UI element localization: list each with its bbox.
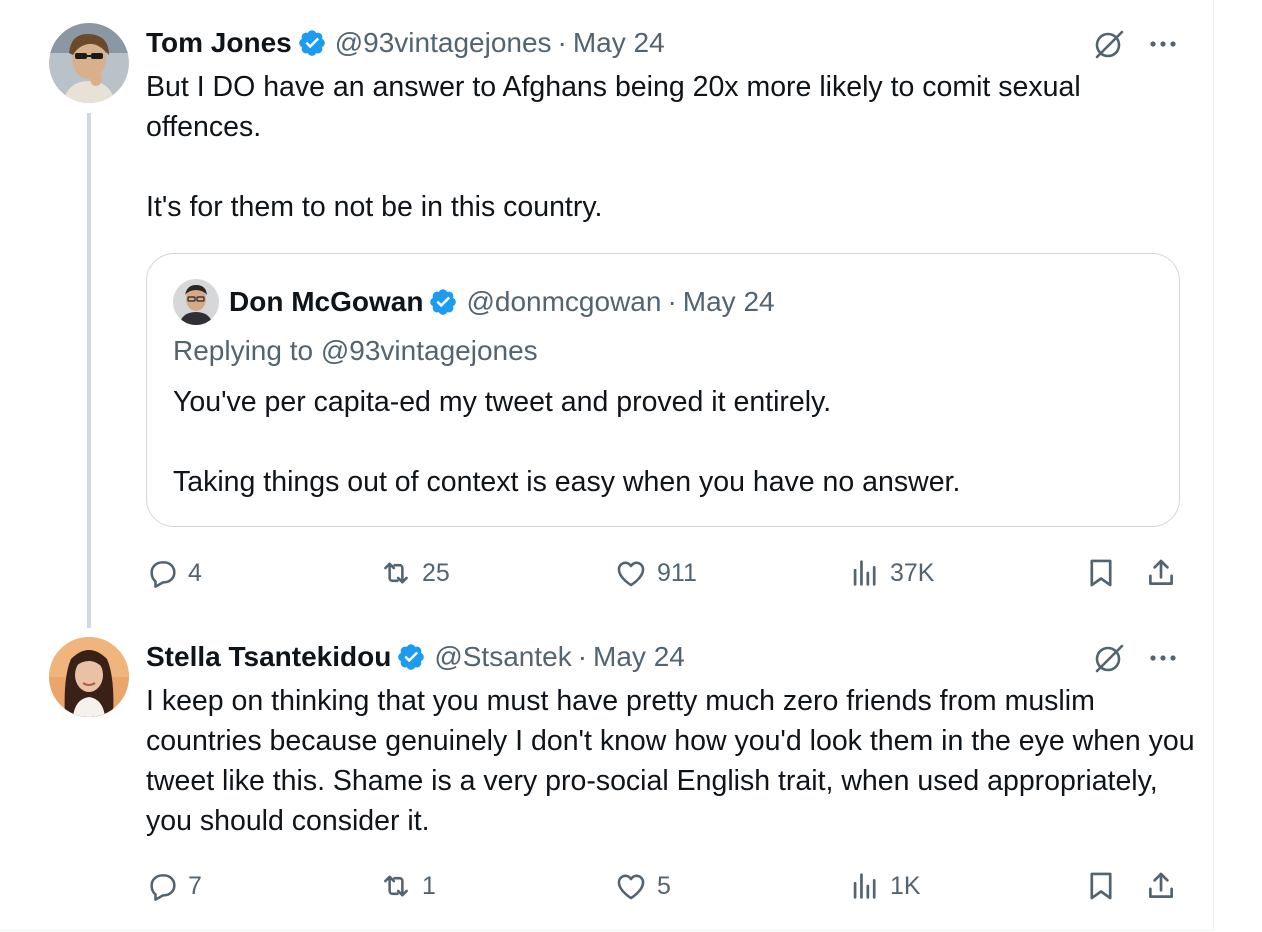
bookmark-icon: [1090, 559, 1112, 587]
thread-connector-line: [87, 113, 91, 628]
heart-icon: [617, 561, 645, 587]
more-options-icon[interactable]: [1148, 27, 1178, 61]
tweet-date[interactable]: May 24: [593, 641, 685, 673]
repost-icon: [384, 562, 408, 584]
tweet-header-actions: [1092, 641, 1178, 675]
author-name[interactable]: Tom Jones: [146, 27, 292, 59]
grok-icon[interactable]: [1092, 27, 1126, 61]
heart-icon: [617, 874, 645, 900]
repost-button[interactable]: 25: [378, 553, 450, 593]
tweet-text: I keep on thinking that you must have pr…: [146, 681, 1196, 841]
grok-icon[interactable]: [1092, 641, 1126, 675]
user-avatar-icon: [49, 637, 129, 717]
quoted-tweet-text: You've per capita-ed my tweet and proved…: [173, 382, 960, 502]
tweet-action-bar: 4 25 911 37K: [146, 553, 1186, 593]
share-button[interactable]: [1144, 866, 1178, 906]
verified-badge-icon: [298, 30, 325, 56]
reply-icon: [150, 561, 176, 588]
verified-badge-icon: [430, 289, 457, 315]
share-icon: [1149, 872, 1173, 898]
view-count: 37K: [890, 558, 935, 587]
analytics-icon: [853, 873, 876, 899]
author-handle[interactable]: @93vintagejones: [335, 27, 552, 59]
quoted-tweet-paragraph: Taking things out of context is easy whe…: [173, 466, 961, 498]
share-icon: [1149, 559, 1173, 585]
like-count: 5: [657, 871, 671, 900]
view-count: 1K: [890, 871, 921, 900]
avatar-tom-jones[interactable]: [49, 23, 129, 103]
repost-button[interactable]: 1: [378, 866, 436, 906]
share-button[interactable]: [1144, 553, 1178, 593]
reply-button[interactable]: 4: [146, 553, 202, 593]
verified-badge-icon: [398, 644, 425, 670]
views-button[interactable]: 1K: [848, 866, 921, 906]
like-button[interactable]: 911: [613, 553, 697, 593]
avatar-stella-tsantekidou[interactable]: [49, 637, 129, 717]
repost-count: 25: [422, 558, 450, 587]
quoted-author-handle[interactable]: @donmcgowan: [466, 286, 661, 318]
separator-dot: ·: [667, 286, 677, 317]
author-handle[interactable]: @Stsantek: [434, 641, 571, 673]
tweet-paragraph: I keep on thinking that you must have pr…: [146, 685, 1195, 837]
quoted-author-name[interactable]: Don McGowan: [229, 286, 423, 318]
repost-icon: [384, 875, 408, 897]
reply-button[interactable]: 7: [146, 866, 202, 906]
views-button[interactable]: 37K: [848, 553, 934, 593]
reply-count: 7: [188, 871, 202, 900]
reply-count: 4: [188, 558, 202, 587]
more-options-icon[interactable]: [1148, 641, 1178, 675]
separator-dot: ·: [557, 27, 567, 58]
tweet-action-bar: 7 1 5 1K: [146, 866, 1186, 906]
tweet-paragraph: It's for them to not be in this country.: [146, 191, 603, 223]
separator-dot: ·: [577, 641, 588, 672]
bookmark-button[interactable]: [1084, 866, 1118, 906]
like-button[interactable]: 5: [613, 866, 671, 906]
repost-count: 1: [422, 871, 436, 900]
tweet-date[interactable]: May 24: [573, 27, 665, 59]
analytics-icon: [853, 560, 876, 586]
bookmark-icon: [1090, 872, 1112, 900]
quoted-tweet-paragraph: You've per capita-ed my tweet and proved…: [173, 386, 832, 418]
replying-to-label: Replying to @93vintagejones: [173, 335, 538, 366]
tweet-header: Stella Tsantekidou @Stsantek · May 24: [146, 637, 685, 677]
user-avatar-icon: [49, 23, 129, 103]
tweet-header: Tom Jones @93vintagejones · May 24: [146, 23, 665, 63]
bookmark-button[interactable]: [1084, 553, 1118, 593]
avatar-don-mcgowan: [173, 279, 219, 325]
quoted-tweet[interactable]: Don McGowan @donmcgowan · May 24 Replyin…: [146, 253, 1180, 527]
tweet-text: But I DO have an answer to Afghans being…: [146, 67, 1186, 227]
tweet-paragraph: But I DO have an answer to Afghans being…: [146, 71, 1081, 143]
like-count: 911: [657, 558, 697, 587]
tweet-header-actions: [1092, 27, 1178, 61]
quoted-tweet-header: Don McGowan @donmcgowan · May 24: [173, 279, 775, 325]
reply-icon: [150, 874, 176, 901]
author-name[interactable]: Stella Tsantekidou: [146, 641, 391, 673]
user-avatar-icon: [173, 279, 219, 325]
quoted-tweet-date: May 24: [682, 286, 775, 317]
